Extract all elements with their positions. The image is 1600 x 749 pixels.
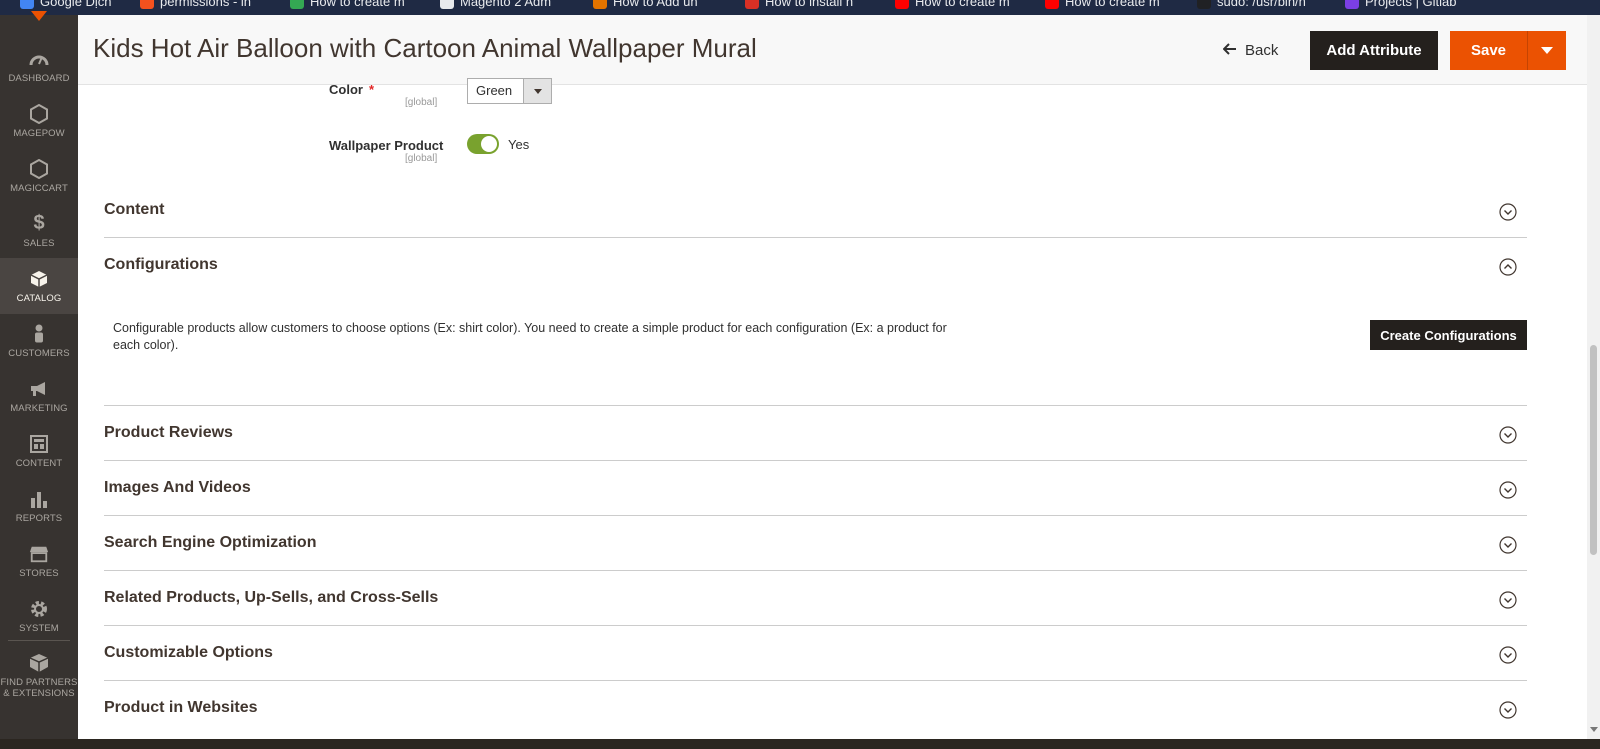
required-marker: * [368, 82, 375, 97]
bookmark-item[interactable]: How to create m [1045, 0, 1160, 9]
nav-catalog[interactable]: CATALOG [0, 258, 78, 314]
chevron-down-icon [1499, 203, 1517, 221]
nav-dashboard[interactable]: DASHBOARD [0, 38, 78, 94]
gauge-icon [29, 49, 49, 69]
nav-stores[interactable]: STORES [0, 533, 78, 589]
person-icon [29, 324, 49, 344]
arrow-left-icon [1222, 42, 1237, 59]
select-arrow-icon [523, 79, 551, 103]
chevron-down-icon [1499, 646, 1517, 664]
magento-logo[interactable] [31, 11, 47, 21]
color-field-label: Color * [329, 82, 375, 97]
save-button[interactable]: Save [1450, 31, 1528, 70]
section-search-engine-optimization[interactable]: Search Engine Optimization [104, 516, 1527, 571]
chevron-down-icon [1499, 426, 1517, 444]
dollar-icon: $ [33, 212, 45, 234]
boxes-icon [29, 653, 49, 673]
section-customizable-options[interactable]: Customizable Options [104, 626, 1527, 681]
bookmark-favicon-icon [440, 0, 454, 9]
section-title: Product Reviews [104, 424, 233, 441]
bookmark-item[interactable]: permissions - in [140, 0, 251, 9]
section-product-reviews[interactable]: Product Reviews [104, 406, 1527, 461]
nav-system[interactable]: SYSTEM [0, 588, 78, 644]
gitlab-icon [1345, 0, 1359, 9]
bookmark-favicon-icon [140, 0, 154, 9]
color-scope-label: [global] [405, 97, 438, 108]
youtube-icon [1045, 0, 1059, 9]
box-icon [29, 269, 49, 289]
bookmark-favicon-icon [290, 0, 304, 9]
page-scrollbar[interactable] [1587, 15, 1600, 739]
wallpaper-product-value: Yes [508, 137, 530, 152]
wallpaper-product-label: Wallpaper Product [329, 138, 444, 153]
scrollbar-thumb[interactable] [1590, 345, 1597, 555]
nav-divider [8, 640, 70, 641]
gear-icon [29, 599, 49, 619]
nav-magepow[interactable]: MAGEPOW [0, 93, 78, 149]
configurations-description: Configurable products allow customers to… [113, 321, 947, 352]
hexagon-icon [29, 103, 49, 124]
section-title: Search Engine Optimization [104, 534, 317, 551]
save-options-toggle[interactable] [1528, 31, 1566, 70]
section-title: Content [104, 201, 165, 218]
bookmark-favicon-icon [20, 0, 34, 9]
nav-customers[interactable]: CUSTOMERS [0, 313, 78, 369]
admin-sidebar: DASHBOARD MAGEPOW MAGICCART $ SALES CATA… [0, 11, 78, 739]
bookmark-item[interactable]: Projects | Gitlab [1345, 0, 1457, 9]
bookmark-item[interactable]: sudo: /usr/bin/n [1197, 0, 1306, 9]
bar-chart-icon [29, 489, 49, 509]
chevron-down-icon [1499, 701, 1517, 719]
bookmark-item[interactable]: How to create m [895, 0, 1010, 9]
section-title: Product in Websites [104, 699, 258, 716]
bookmarks-bar: Google Dịch permissions - in How to crea… [0, 0, 1600, 15]
chevron-down-icon [1499, 591, 1517, 609]
chevron-down-icon [1499, 481, 1517, 499]
page-title: Kids Hot Air Balloon with Cartoon Animal… [93, 33, 757, 63]
bookmark-item[interactable]: Google Dịch [20, 0, 112, 9]
bookmark-item[interactable]: How to Add un [593, 0, 698, 9]
section-title: Customizable Options [104, 644, 273, 661]
chevron-up-icon [1499, 258, 1517, 276]
hexagon-icon [29, 158, 49, 179]
storefront-icon [29, 544, 49, 564]
create-configurations-button[interactable]: Create Configurations [1370, 320, 1527, 350]
nav-sales[interactable]: $ SALES [0, 203, 78, 259]
nav-reports[interactable]: REPORTS [0, 478, 78, 534]
section-content[interactable]: Content [104, 183, 1527, 238]
nav-magiccart[interactable]: MAGICCART [0, 148, 78, 204]
back-button[interactable]: Back [1222, 35, 1278, 65]
layout-icon [29, 434, 49, 454]
save-split-button: Save [1450, 31, 1566, 70]
add-attribute-button[interactable]: Add Attribute [1310, 31, 1438, 70]
section-configurations[interactable]: Configurations [104, 238, 1527, 293]
caret-down-icon [1541, 47, 1553, 54]
section-images-and-videos[interactable]: Images And Videos [104, 461, 1527, 516]
nav-find-partners[interactable]: FIND PARTNERS & EXTENSIONS [0, 645, 78, 707]
bookmark-favicon-icon [593, 0, 607, 9]
bookmark-item[interactable]: Magento 2 Adm [440, 0, 551, 9]
color-select[interactable]: Green [467, 78, 552, 104]
main-content: Kids Hot Air Balloon with Cartoon Animal… [78, 15, 1587, 739]
section-title: Images And Videos [104, 479, 251, 496]
section-product-in-websites[interactable]: Product in Websites [104, 681, 1527, 736]
toggle-knob [481, 136, 497, 152]
section-title: Configurations [104, 256, 218, 273]
section-related-products[interactable]: Related Products, Up-Sells, and Cross-Se… [104, 571, 1527, 626]
bookmark-item[interactable]: How to create m [290, 0, 405, 9]
chevron-down-icon [1499, 536, 1517, 554]
bookmark-favicon-icon [745, 0, 759, 9]
nav-marketing[interactable]: MARKETING [0, 368, 78, 424]
scroll-down-arrow-icon[interactable] [1590, 727, 1598, 732]
wallpaper-product-toggle[interactable] [467, 134, 499, 154]
bookmark-item[interactable]: How to install n [745, 0, 853, 9]
section-title: Related Products, Up-Sells, and Cross-Se… [104, 589, 439, 606]
bookmark-favicon-icon [1197, 0, 1211, 9]
youtube-icon [895, 0, 909, 9]
wallpaper-scope-label: [global] [405, 153, 438, 164]
page-header: Kids Hot Air Balloon with Cartoon Animal… [78, 15, 1587, 85]
megaphone-icon [29, 379, 49, 399]
nav-content[interactable]: CONTENT [0, 423, 78, 479]
color-select-value: Green [476, 83, 513, 98]
os-bottom-edge [0, 739, 1600, 749]
